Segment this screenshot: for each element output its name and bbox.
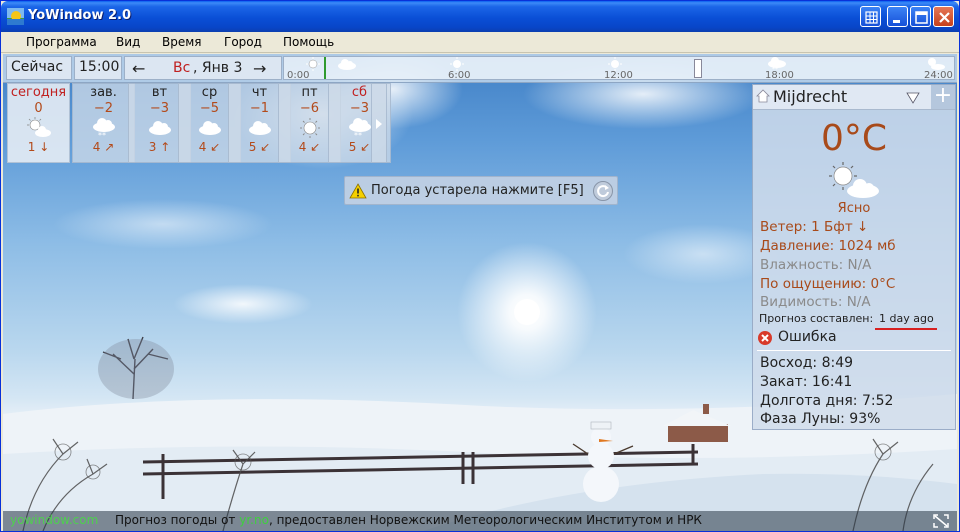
app-window: YoWindow 2.0 Программа Вид Время Город П…: [0, 0, 960, 532]
timeline-tick: 24:00: [924, 70, 953, 81]
snow-cloud-icon: **: [348, 118, 371, 140]
warning-icon: [349, 183, 367, 199]
svg-text:**: **: [772, 66, 778, 71]
sun-icon: [608, 57, 622, 71]
error-icon: [758, 331, 772, 345]
wind-row: Ветер: 1 Бфт ↓: [760, 219, 869, 235]
refresh-button[interactable]: [593, 181, 613, 201]
sunrise-row: Восход: 8:49: [760, 355, 854, 371]
window-title: YoWindow 2.0: [28, 8, 132, 23]
outdated-warning[interactable]: Погода устарела нажмите [F5]: [344, 176, 618, 205]
forecast-made-label: Прогноз составлен:: [759, 312, 874, 325]
now-button[interactable]: Сейчас: [6, 56, 72, 80]
condition-text: Ясно: [837, 201, 871, 216]
cloud-icon: [198, 121, 221, 135]
city-name[interactable]: Mijdrecht: [773, 87, 847, 106]
timeline-now-marker: [324, 57, 326, 79]
sun-icon: [299, 118, 320, 138]
chevron-right-icon: [376, 119, 382, 129]
day-name: зав.: [90, 85, 117, 100]
website-link[interactable]: yowindow.com: [10, 513, 98, 527]
grid-view-button[interactable]: [860, 6, 881, 27]
prev-day-arrow-icon[interactable]: ←: [132, 59, 145, 78]
attribution-text: Прогноз погоды от yr.no, предоставлен Но…: [115, 513, 702, 527]
timeline-tick: 12:00: [604, 70, 633, 81]
current-weather-panel: Mijdrecht + 0°C Ясно Ветер: 1 Бфт ↓ Давл…: [752, 84, 956, 430]
sunset-row: Закат: 16:41: [760, 374, 853, 390]
minimize-button[interactable]: [887, 6, 908, 27]
pressure-row: Давление: 1024 мб: [760, 238, 896, 254]
fullscreen-icon[interactable]: [933, 514, 949, 528]
timeline-tick: 6:00: [448, 70, 471, 81]
city-bar: Mijdrecht +: [753, 85, 955, 110]
title-bar[interactable]: YoWindow 2.0: [1, 1, 959, 32]
humidity-row: Влажность: N/A: [760, 257, 872, 273]
maximize-icon: [915, 11, 928, 24]
day-length-row: Долгота дня: 7:52: [760, 393, 894, 409]
forecast-strip: сегодня 0 1 ↓ зав. −2 ** 4 ↗ вт −3 3 ↑ с…: [7, 83, 391, 163]
next-day-arrow-icon[interactable]: →: [253, 59, 266, 78]
forecast-made-value: 1 day ago: [879, 312, 934, 325]
forecast-more-button[interactable]: [371, 83, 387, 163]
menu-city[interactable]: Город: [224, 35, 262, 49]
menu-time[interactable]: Время: [162, 35, 202, 49]
snow-cloud-icon: **: [768, 57, 786, 71]
timeline-tick: 18:00: [765, 70, 794, 81]
sun-cloud-icon: [26, 117, 51, 137]
panel-divider: [757, 350, 951, 351]
forecast-day-today[interactable]: сегодня 0 1 ↓: [7, 83, 70, 163]
date-text: , Янв 3: [193, 60, 243, 76]
day-name: сегодня: [10, 85, 67, 100]
menu-help[interactable]: Помощь: [283, 35, 334, 49]
close-icon: [939, 12, 950, 23]
close-button[interactable]: [933, 6, 954, 27]
feels-like-row: По ощущению: 0°C: [760, 276, 896, 292]
refresh-icon: [597, 185, 609, 198]
home-icon[interactable]: [756, 89, 770, 103]
date-weekday: Вс: [173, 60, 191, 76]
warning-text: Погода устарела нажмите [F5]: [371, 183, 584, 198]
visibility-row: Видимость: N/A: [760, 294, 871, 310]
provider-link[interactable]: yr.no: [239, 513, 269, 527]
current-temperature: 0°C: [820, 118, 888, 159]
date-selector: ← Вс , Янв 3 →: [124, 56, 282, 80]
day-temp: 0: [34, 101, 43, 116]
maximize-button[interactable]: [910, 6, 931, 27]
sun-icon: [450, 57, 464, 71]
day-wind: 4 ↗: [92, 140, 115, 154]
minimize-icon: [893, 20, 900, 23]
day-timeline[interactable]: 0:00 6:00 12:00 18:00 24:00 **: [283, 56, 955, 81]
cloud-icon: [148, 121, 171, 135]
moon-phase-row: Фаза Луны: 93%: [760, 411, 881, 427]
menu-bar: Программа Вид Время Город Помощь: [1, 32, 959, 53]
sun-icon: [306, 57, 320, 71]
app-logo-icon: [7, 8, 24, 25]
sun-cloud-icon: [928, 58, 945, 70]
svg-text:**: **: [354, 131, 362, 140]
sun-cloud-icon: [829, 162, 879, 198]
day-temp: −2: [93, 101, 114, 116]
grid-icon: [865, 11, 878, 24]
day-wind: 1 ↓: [27, 140, 50, 154]
error-underline: [875, 328, 937, 330]
forecast-day[interactable]: зав. −2 ** 4 ↗: [72, 83, 135, 163]
svg-text:**: **: [98, 131, 106, 140]
chevron-down-icon[interactable]: [906, 92, 920, 104]
menu-view[interactable]: Вид: [116, 35, 140, 49]
status-bar: yowindow.com Прогноз погоды от yr.no, пр…: [3, 511, 957, 531]
add-city-button[interactable]: +: [931, 85, 955, 109]
snow-cloud-icon: **: [92, 118, 115, 140]
current-time[interactable]: 15:00: [74, 56, 122, 80]
error-text[interactable]: Ошибка: [778, 329, 837, 345]
timeline-handle[interactable]: [694, 59, 702, 78]
menu-program[interactable]: Программа: [26, 35, 97, 49]
timeline-tick: 0:00: [287, 70, 310, 81]
cloud-icon: [338, 59, 356, 70]
time-bar: Сейчас 15:00 ← Вс , Янв 3 → 0:00 6:00 12…: [3, 54, 957, 83]
cloud-icon: [248, 121, 271, 135]
